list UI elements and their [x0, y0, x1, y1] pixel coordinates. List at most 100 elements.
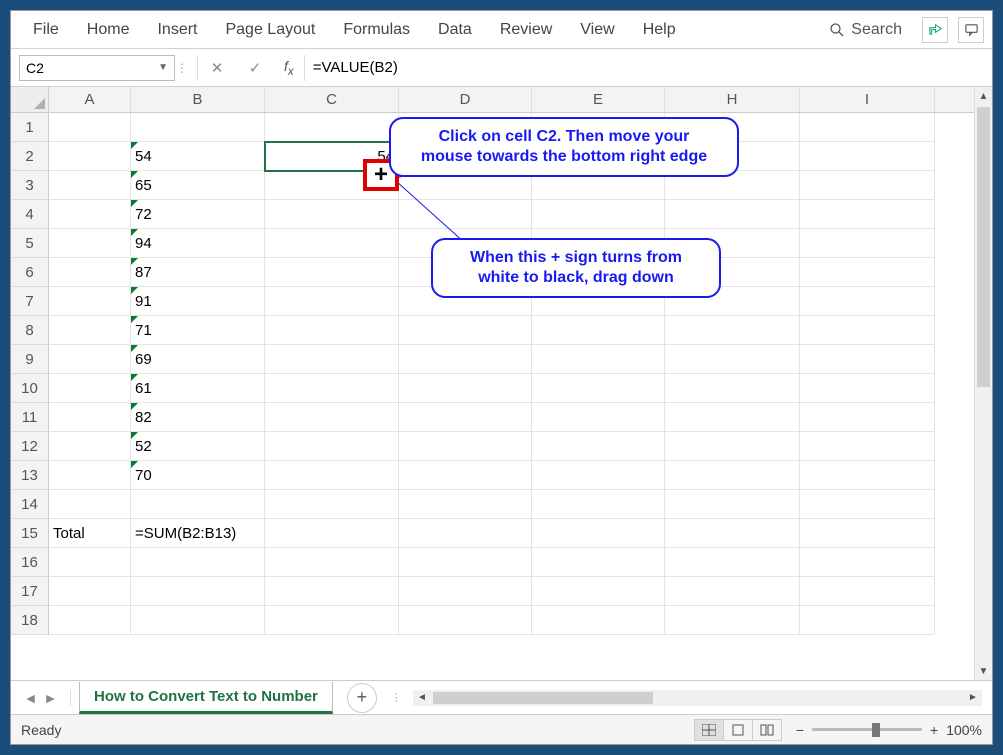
cell-I17[interactable]: [800, 577, 935, 606]
column-header-H[interactable]: H: [665, 87, 800, 112]
ribbon-tab-home[interactable]: Home: [73, 11, 144, 49]
cell-B17[interactable]: [131, 577, 265, 606]
cell-C9[interactable]: [265, 345, 399, 374]
fx-label[interactable]: fx: [274, 58, 304, 78]
cell-E8[interactable]: [532, 316, 665, 345]
cell-A13[interactable]: [49, 461, 131, 490]
cell-B13[interactable]: 70: [131, 461, 265, 490]
share-button[interactable]: [922, 17, 948, 43]
column-header-E[interactable]: E: [532, 87, 665, 112]
cell-I16[interactable]: [800, 548, 935, 577]
ribbon-tab-insert[interactable]: Insert: [143, 11, 211, 49]
cell-B8[interactable]: 71: [131, 316, 265, 345]
cell-H17[interactable]: [665, 577, 800, 606]
view-page-break-button[interactable]: [752, 719, 782, 741]
view-normal-button[interactable]: [694, 719, 724, 741]
cell-A15[interactable]: Total: [49, 519, 131, 548]
cell-B9[interactable]: 69: [131, 345, 265, 374]
horizontal-scrollbar[interactable]: ◄ ►: [413, 690, 982, 706]
cell-A11[interactable]: [49, 403, 131, 432]
ribbon-tab-view[interactable]: View: [566, 11, 628, 49]
cell-H10[interactable]: [665, 374, 800, 403]
cancel-formula-button[interactable]: ✕: [198, 55, 236, 81]
row-header[interactable]: 9: [11, 345, 49, 374]
cell-B1[interactable]: [131, 113, 265, 142]
cell-E9[interactable]: [532, 345, 665, 374]
cell-C7[interactable]: [265, 287, 399, 316]
cell-D15[interactable]: [399, 519, 532, 548]
cell-A14[interactable]: [49, 490, 131, 519]
row-header[interactable]: 13: [11, 461, 49, 490]
cell-C8[interactable]: [265, 316, 399, 345]
zoom-in-button[interactable]: +: [930, 722, 938, 738]
ribbon-tab-review[interactable]: Review: [486, 11, 566, 49]
cell-A2[interactable]: [49, 142, 131, 171]
cell-B15[interactable]: =SUM(B2:B13): [131, 519, 265, 548]
cell-D11[interactable]: [399, 403, 532, 432]
ribbon-tab-data[interactable]: Data: [424, 11, 486, 49]
scroll-right-button[interactable]: ►: [964, 690, 982, 706]
cell-I7[interactable]: [800, 287, 935, 316]
cell-H8[interactable]: [665, 316, 800, 345]
cell-B3[interactable]: 65: [131, 171, 265, 200]
cell-H11[interactable]: [665, 403, 800, 432]
cell-B18[interactable]: [131, 606, 265, 635]
cell-A1[interactable]: [49, 113, 131, 142]
cell-C1[interactable]: [265, 113, 399, 142]
row-header[interactable]: 2: [11, 142, 49, 171]
cell-A5[interactable]: [49, 229, 131, 258]
cell-I1[interactable]: [800, 113, 935, 142]
cell-B4[interactable]: 72: [131, 200, 265, 229]
cell-H15[interactable]: [665, 519, 800, 548]
cell-I18[interactable]: [800, 606, 935, 635]
cell-A9[interactable]: [49, 345, 131, 374]
cell-A4[interactable]: [49, 200, 131, 229]
cell-I13[interactable]: [800, 461, 935, 490]
view-page-layout-button[interactable]: [723, 719, 753, 741]
cell-E16[interactable]: [532, 548, 665, 577]
cell-H18[interactable]: [665, 606, 800, 635]
cell-I9[interactable]: [800, 345, 935, 374]
cell-A7[interactable]: [49, 287, 131, 316]
row-header[interactable]: 1: [11, 113, 49, 142]
row-header[interactable]: 4: [11, 200, 49, 229]
add-sheet-button[interactable]: +: [347, 683, 377, 713]
cell-H12[interactable]: [665, 432, 800, 461]
cell-D8[interactable]: [399, 316, 532, 345]
cell-B5[interactable]: 94: [131, 229, 265, 258]
cell-D13[interactable]: [399, 461, 532, 490]
cell-C11[interactable]: [265, 403, 399, 432]
cell-C10[interactable]: [265, 374, 399, 403]
cell-I4[interactable]: [800, 200, 935, 229]
cell-C13[interactable]: [265, 461, 399, 490]
cell-D14[interactable]: [399, 490, 532, 519]
cell-A10[interactable]: [49, 374, 131, 403]
cell-C12[interactable]: [265, 432, 399, 461]
cell-D18[interactable]: [399, 606, 532, 635]
cell-H14[interactable]: [665, 490, 800, 519]
row-header[interactable]: 16: [11, 548, 49, 577]
cell-I15[interactable]: [800, 519, 935, 548]
cell-B11[interactable]: 82: [131, 403, 265, 432]
cell-B2[interactable]: 54: [131, 142, 265, 171]
cell-E11[interactable]: [532, 403, 665, 432]
cell-I12[interactable]: [800, 432, 935, 461]
cell-A16[interactable]: [49, 548, 131, 577]
ribbon-tab-file[interactable]: File: [19, 11, 73, 49]
search-box[interactable]: Search: [819, 21, 912, 39]
cell-C5[interactable]: [265, 229, 399, 258]
cell-I2[interactable]: [800, 142, 935, 171]
row-header[interactable]: 15: [11, 519, 49, 548]
cell-C6[interactable]: [265, 258, 399, 287]
row-header[interactable]: 8: [11, 316, 49, 345]
cell-C16[interactable]: [265, 548, 399, 577]
cell-B7[interactable]: 91: [131, 287, 265, 316]
cell-C4[interactable]: [265, 200, 399, 229]
scroll-thumb[interactable]: [433, 692, 653, 704]
column-header-A[interactable]: A: [49, 87, 131, 112]
row-header[interactable]: 11: [11, 403, 49, 432]
cell-D4[interactable]: [399, 200, 532, 229]
cell-D10[interactable]: [399, 374, 532, 403]
cell-B6[interactable]: 87: [131, 258, 265, 287]
row-header[interactable]: 5: [11, 229, 49, 258]
